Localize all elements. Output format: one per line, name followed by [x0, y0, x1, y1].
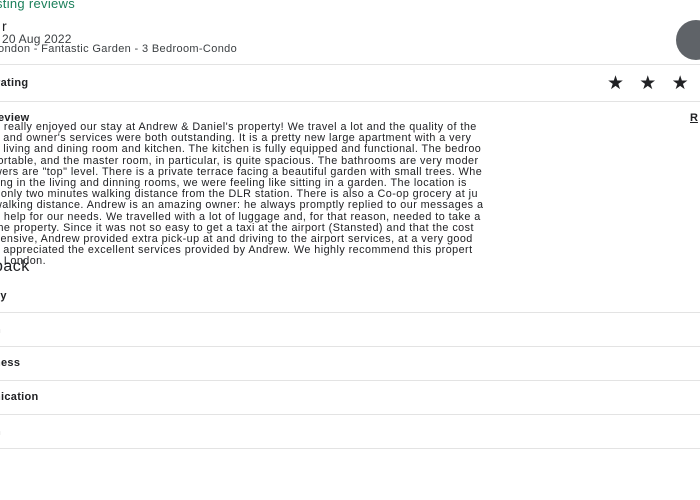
avatar — [676, 20, 700, 60]
divider — [0, 448, 700, 449]
star-rating: ★ ★ ★ — [607, 73, 694, 94]
divider — [0, 380, 700, 381]
existing-reviews-link[interactable]: sting reviews — [0, 0, 75, 11]
review-text: e really enjoyed our stay at Andrew & Da… — [0, 122, 700, 267]
divider — [0, 312, 700, 313]
feedback-item-communication: nication — [0, 391, 39, 403]
review-line: walking distance. Andrew is an amazing o… — [0, 199, 484, 212]
feedback-item-checkin: n — [0, 426, 1, 438]
feedback-heading: back — [0, 258, 30, 275]
divider — [0, 346, 700, 347]
divider — [0, 64, 700, 65]
overall-rating-label: rating — [0, 77, 29, 89]
feedback-item-value: ey — [0, 290, 7, 302]
divider — [0, 414, 700, 415]
review-line: d help for our needs. We travelled with … — [0, 210, 481, 223]
review-line: s living and dining room and kitchen. Th… — [0, 143, 482, 156]
feedback-item-location: n — [0, 324, 1, 336]
property-name: ondon - Fantastic Garden - 3 Bedroom-Con… — [0, 43, 238, 55]
review-line: n London. — [0, 255, 47, 268]
feedback-item-cleanliness: ness — [0, 357, 21, 369]
divider — [0, 101, 700, 102]
review-line: y appreciated the excellent services pro… — [0, 244, 473, 257]
